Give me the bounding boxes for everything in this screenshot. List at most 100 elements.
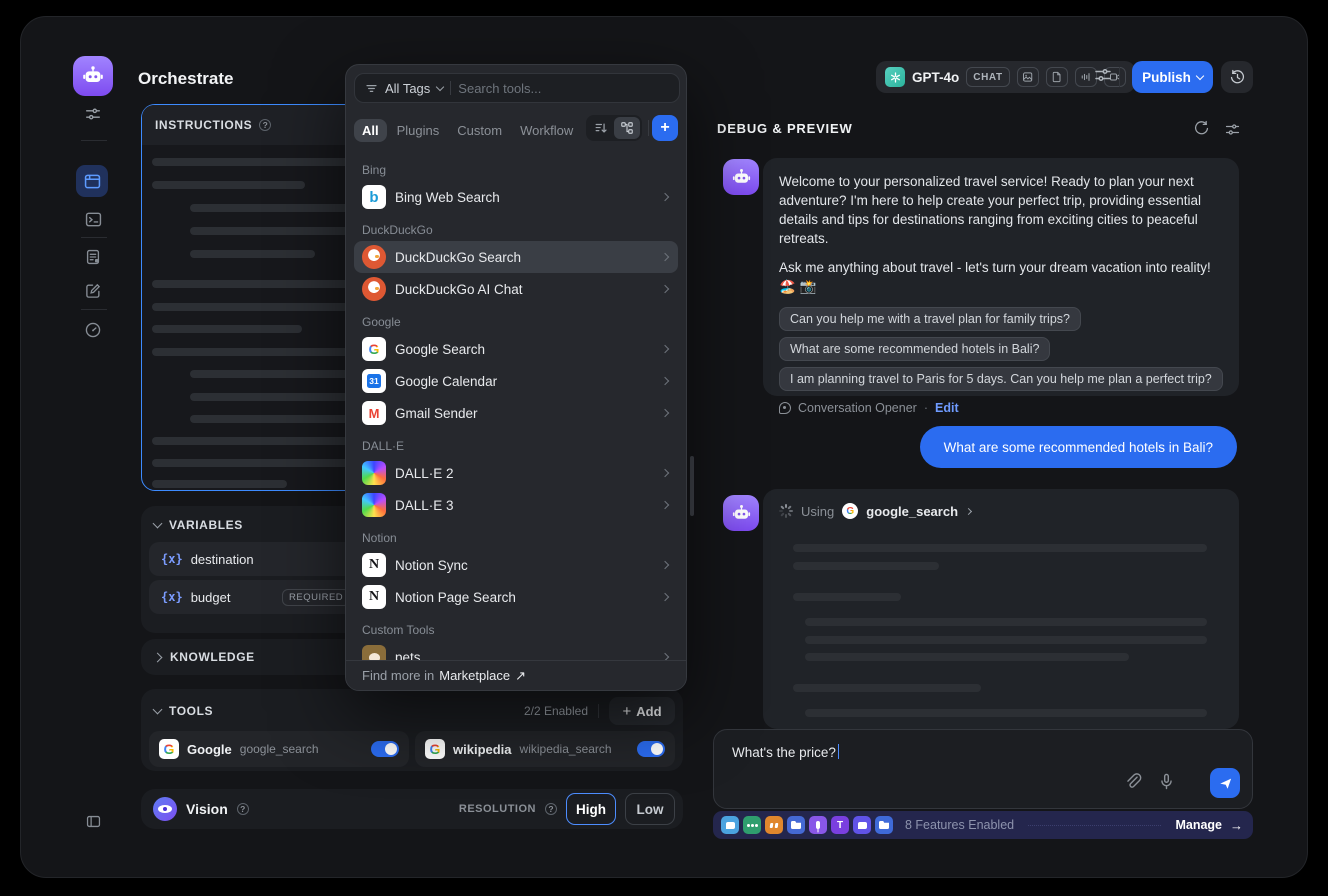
tools-panel: TOOLS 2/2 Enabled + Add Google google_se… bbox=[141, 689, 683, 771]
robot-icon bbox=[81, 64, 105, 88]
sidebar-item-annotations[interactable] bbox=[83, 281, 103, 301]
resolution-high-button[interactable]: High bbox=[566, 793, 616, 825]
tool-item[interactable]: Notion Page Search bbox=[354, 581, 678, 613]
sidebar-divider bbox=[81, 309, 107, 310]
restart-conversation-icon[interactable] bbox=[1193, 120, 1210, 142]
skeleton-line bbox=[152, 480, 287, 488]
app-avatar[interactable] bbox=[73, 56, 113, 96]
tool-item[interactable]: Google Calendar bbox=[354, 365, 678, 397]
tool-call-header[interactable]: Using google_search bbox=[763, 489, 1239, 519]
sidebar-item-logs[interactable] bbox=[83, 247, 103, 267]
filter-icon bbox=[365, 82, 378, 95]
tool-item[interactable]: DuckDuckGo Search bbox=[354, 241, 678, 273]
tool-picker-tab[interactable]: Custom bbox=[457, 123, 502, 138]
tool-group: Notion Notion Sync Notio bbox=[354, 531, 678, 613]
chevron-right-icon bbox=[661, 345, 669, 353]
marketplace-footer[interactable]: Find more in Marketplace ↗ bbox=[346, 660, 686, 690]
tool-group-label: Google bbox=[362, 315, 678, 329]
preview-settings-icon[interactable] bbox=[1224, 121, 1241, 143]
attach-file-icon[interactable] bbox=[1123, 772, 1142, 796]
knowledge-title: KNOWLEDGE bbox=[170, 650, 255, 664]
publish-button[interactable]: Publish bbox=[1132, 61, 1213, 93]
help-icon[interactable] bbox=[237, 803, 249, 815]
tool-item[interactable]: Google Search bbox=[354, 333, 678, 365]
manage-features-link[interactable]: Manage bbox=[1175, 818, 1222, 832]
sidebar-item-terminal[interactable] bbox=[83, 209, 103, 229]
help-icon[interactable] bbox=[259, 119, 271, 131]
send-button[interactable] bbox=[1210, 768, 1240, 798]
feature-icon[interactable] bbox=[875, 816, 893, 834]
instructions-title: INSTRUCTIONS bbox=[155, 118, 252, 132]
tool-item[interactable]: DuckDuckGo AI Chat bbox=[354, 273, 678, 305]
tags-filter[interactable]: All Tags bbox=[385, 81, 430, 96]
feature-icon[interactable] bbox=[853, 816, 871, 834]
group-view-icon[interactable] bbox=[614, 117, 640, 139]
tool-toggle[interactable] bbox=[371, 741, 399, 757]
terminal-icon bbox=[84, 210, 103, 229]
sidebar-item-monitoring[interactable] bbox=[83, 320, 103, 340]
tool-item[interactable]: DALL·E 3 bbox=[354, 489, 678, 521]
chevron-right-icon bbox=[661, 501, 669, 509]
tool-picker-tab[interactable]: Plugins bbox=[397, 123, 440, 138]
search-tools-input[interactable]: Search tools... bbox=[458, 81, 541, 96]
tool-search-bar[interactable]: All Tags Search tools... bbox=[354, 73, 680, 103]
skeleton-line bbox=[190, 250, 315, 258]
opener-caption: Conversation Opener · Edit bbox=[779, 401, 959, 415]
suggested-question-chip[interactable]: What are some recommended hotels in Bali… bbox=[779, 337, 1050, 361]
tool-picker-tab[interactable]: Workflow bbox=[520, 123, 573, 138]
help-icon[interactable] bbox=[545, 803, 557, 815]
chevron-down-icon[interactable] bbox=[153, 705, 163, 715]
sort-icon[interactable] bbox=[588, 117, 614, 139]
suggested-question-chip[interactable]: Can you help me with a travel plan for f… bbox=[779, 307, 1081, 331]
suggested-question-chip[interactable]: I am planning travel to Paris for 5 days… bbox=[779, 367, 1223, 391]
tool-item[interactable]: pets bbox=[354, 641, 678, 661]
sidebar-divider bbox=[81, 237, 107, 238]
tool-item[interactable]: DALL·E 2 bbox=[354, 457, 678, 489]
screen: Orchestrate INSTRUCTIONS VARIABLES bbox=[0, 0, 1328, 896]
chevron-right-icon bbox=[661, 193, 669, 201]
feature-icon[interactable] bbox=[787, 816, 805, 834]
model-parameters-icon[interactable] bbox=[1093, 65, 1113, 90]
feature-icon[interactable] bbox=[831, 816, 849, 834]
skeleton-line bbox=[793, 562, 939, 570]
feature-icon[interactable] bbox=[743, 816, 761, 834]
skeleton-line bbox=[152, 181, 305, 189]
tool-group: DuckDuckGo DuckDuckGo Search bbox=[354, 223, 678, 305]
tool-picker-tab[interactable]: All bbox=[354, 119, 387, 142]
dotted-divider bbox=[1028, 825, 1161, 826]
version-history-button[interactable] bbox=[1221, 61, 1253, 93]
assistant-avatar bbox=[723, 159, 759, 195]
resolution-low-button[interactable]: Low bbox=[625, 793, 675, 825]
tool-group-label: DuckDuckGo bbox=[362, 223, 678, 237]
app-window: Orchestrate INSTRUCTIONS VARIABLES bbox=[20, 16, 1308, 878]
sidebar-item-orchestrate[interactable] bbox=[76, 165, 108, 197]
tool-card[interactable]: Google google_search bbox=[149, 731, 409, 767]
external-link-icon: ↗ bbox=[515, 668, 526, 684]
tool-group-label: Custom Tools bbox=[362, 623, 678, 637]
tool-card[interactable]: wikipedia wikipedia_search bbox=[415, 731, 675, 767]
skeleton-line bbox=[793, 593, 901, 601]
tool-group-items: pets bbox=[354, 641, 678, 661]
tool-item[interactable]: Gmail Sender bbox=[354, 397, 678, 429]
voice-input-icon[interactable] bbox=[1157, 772, 1176, 796]
tool-item[interactable]: Bing Web Search bbox=[354, 181, 678, 213]
chat-input[interactable]: What's the price? bbox=[713, 729, 1253, 809]
scrollbar-thumb[interactable] bbox=[690, 456, 694, 516]
features-count: 8 Features Enabled bbox=[905, 818, 1014, 832]
add-tool-button[interactable]: + Add bbox=[609, 697, 675, 725]
create-custom-tool-button[interactable]: + bbox=[652, 115, 678, 141]
debug-preview-title: DEBUG & PREVIEW bbox=[717, 121, 853, 136]
features-bar: 8 Features Enabled Manage → bbox=[713, 811, 1253, 839]
feature-icon[interactable] bbox=[809, 816, 827, 834]
tool-list: Bing Bing Web Search DuckDuckGo bbox=[354, 153, 678, 661]
divider bbox=[1119, 67, 1120, 87]
tool-toggle[interactable] bbox=[637, 741, 665, 757]
tool-item[interactable]: Notion Sync bbox=[354, 549, 678, 581]
tool-group: Bing Bing Web Search bbox=[354, 163, 678, 213]
workspace-settings-icon[interactable] bbox=[83, 104, 103, 124]
collapse-sidebar-icon[interactable] bbox=[83, 811, 103, 831]
feature-icon[interactable] bbox=[765, 816, 783, 834]
feature-icon[interactable] bbox=[721, 816, 739, 834]
plus-icon: + bbox=[660, 119, 669, 137]
edit-opener-link[interactable]: Edit bbox=[935, 401, 959, 415]
